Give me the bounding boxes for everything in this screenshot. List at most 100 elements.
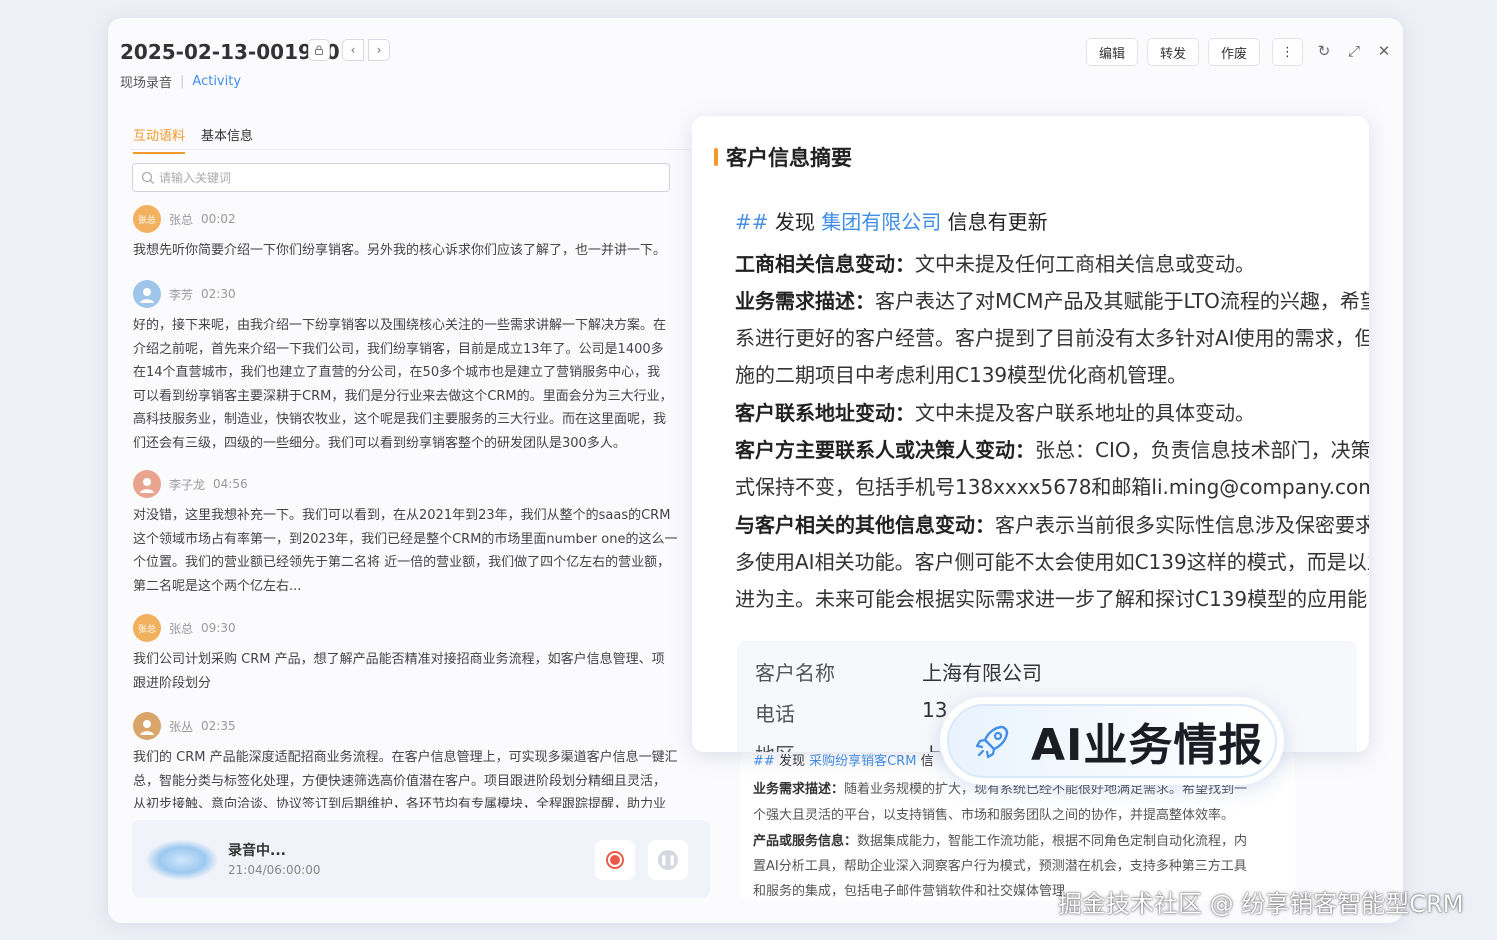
hash-marker: ## <box>735 210 769 234</box>
message-line: 好的，接下来呢，由我介绍一下纷享销客以及围绕核心关注的一些需求讲解一下解决方案。… <box>133 318 667 333</box>
summary-line: 客户联系地址变动：文中未提及客户联系地址的具体变动。 <box>735 395 1255 432</box>
line-text: 个强大且灵活的平台，以支持销售、市场和服务团队之间的协作，并提高整体效率。 <box>753 808 1235 823</box>
summary-line: 施的二期项目中考虑利用C139模型优化商机管理。 <box>735 357 1187 394</box>
avatar <box>133 712 161 740</box>
line-text: 置AI分析工具，帮助企业深入洞察客户行为模式，预测潜在机会，支持多种第三方工具 <box>753 859 1247 874</box>
secondary-line: 个强大且灵活的平台，以支持销售、市场和服务团队之间的协作，并提高整体效率。 <box>753 803 1234 828</box>
found-prefix: 发现 <box>774 210 815 234</box>
line-label: 客户联系地址变动： <box>735 401 915 425</box>
message-line: 个位置。我们的营业额已经领先于第二名将 近一倍的营业额，我们做了四个亿左右的营业… <box>133 555 671 570</box>
message-line: 第二名呢是这个两个亿左右... <box>133 578 302 594</box>
transcript-message: 张总 张总 00:02 我想先听你简要介绍一下你们纷享销客。另外我的核心诉求你们应该… <box>133 205 693 263</box>
voice-wave-icon <box>146 840 218 880</box>
recording-status: 录音中... <box>228 843 286 859</box>
search-input[interactable]: 请输入关键词 <box>132 163 670 192</box>
message-line: 从初步接触、意向洽谈、协议签订到后期维护，各环节均有专属模块，全程跟踪提醒，助力… <box>133 797 667 808</box>
info-value: 上 <box>922 739 942 752</box>
line-text: 文中未提及客户联系地址的具体变动。 <box>915 401 1255 425</box>
found-prefix: 发现 <box>778 754 805 769</box>
close-icon[interactable]: ✕ <box>1374 42 1394 60</box>
summary-line: 与客户相关的其他信息变动：客户表示当前很多实际性信息涉及保密要求 <box>735 507 1369 544</box>
speaker-name: 李子龙 <box>169 477 206 492</box>
line-label: 工商相关信息变动： <box>735 252 915 276</box>
pause-icon: ❚❚ <box>658 850 678 870</box>
transcript-message: 张丛 02:35 我们的 CRM 产品能深度适配招商业务流程。在客户信息管理上，可… <box>133 712 693 808</box>
transcript-message: 张总 张总 09:30 我们公司计划采购 CRM 产品，想了解产品能否精准对接招商业… <box>133 614 693 695</box>
company-link[interactable]: 采购纷享销客CRM <box>809 754 916 769</box>
message-line: 总，智能分类与标签化处理，方便快速筛选高价值潜在客户。项目跟进阶段划分精细且灵活… <box>133 773 667 789</box>
avatar: 张总 <box>133 205 161 233</box>
watermark: 掘金技术社区 @ 纷享销客智能型CRM <box>1058 890 1464 918</box>
company-link[interactable]: 集团有限公司 <box>821 210 941 234</box>
breadcrumb-category[interactable]: Activity <box>192 74 241 89</box>
secondary-found-line: ## 发现 采购纷享销客CRM 信 <box>753 750 934 769</box>
avatar: 张总 <box>133 614 161 642</box>
line-text: 施的二期项目中考虑利用C139模型优化商机管理。 <box>735 363 1188 387</box>
summary-line: 系进行更好的客户经营。客户提到了目前没有太多针对AI使用的需求，但 <box>735 320 1369 357</box>
line-label: 与客户相关的其他信息变动： <box>735 513 995 537</box>
transcript-message: 李芳 02:30 好的，接下来呢，由我介绍一下纷享销客以及围绕核心关注的一些需求讲… <box>133 280 693 455</box>
recording-bar: 录音中... 21:04/06:00:00 ❚❚ <box>132 820 710 898</box>
line-text: 客户表达了对MCM产品及其赋能于LTO流程的兴趣，希望 <box>875 289 1369 313</box>
line-text: 多使用AI相关功能。客户侧可能不太会使用如C139这样的模式，而是以主 <box>735 550 1369 574</box>
chevron-left-icon[interactable]: ‹ <box>342 39 364 61</box>
line-text: 客户表示当前很多实际性信息涉及保密要求 <box>995 513 1369 537</box>
found-suffix: 信 <box>920 754 934 769</box>
timestamp: 02:30 <box>201 287 236 301</box>
search-placeholder: 请输入关键词 <box>159 171 232 185</box>
refresh-icon[interactable]: ↻ <box>1314 42 1334 60</box>
search-icon <box>141 171 154 184</box>
line-text: 和服务的集成，包括电子邮件营销软件和社交媒体管理... <box>753 884 1078 899</box>
speaker-name: 张丛 <box>169 719 194 734</box>
info-label: 客户名称 <box>755 661 835 685</box>
summary-title-text: 客户信息摘要 <box>726 146 852 170</box>
record-title: 2025-02-13-001960 <box>120 40 340 64</box>
info-label: 电话 <box>755 702 795 726</box>
summary-line: 业务需求描述：客户表达了对MCM产品及其赋能于LTO流程的兴趣，希望 <box>735 283 1369 320</box>
breadcrumb-type: 现场录音 <box>120 76 173 91</box>
chevron-right-icon[interactable]: › <box>368 39 390 61</box>
title-accent-bar <box>714 148 718 166</box>
tab-divider <box>130 149 690 150</box>
forward-button[interactable]: 转发 <box>1147 38 1200 66</box>
pause-button[interactable]: ❚❚ <box>648 840 688 880</box>
found-line: ## 发现 集团有限公司 信息有更新 <box>735 206 1048 235</box>
info-label: 地区 <box>755 739 795 752</box>
info-value: 13 <box>922 698 948 722</box>
more-vertical-icon[interactable]: ⋮ <box>1272 38 1303 66</box>
record-button[interactable] <box>595 840 635 880</box>
record-icon <box>606 851 624 869</box>
secondary-line: 和服务的集成，包括电子邮件营销软件和社交媒体管理... <box>753 879 1077 900</box>
customer-summary-card: 客户信息摘要 ## 发现 集团有限公司 信息有更新 工商相关信息变动： 文中未提及… <box>692 116 1369 752</box>
info-value: 上海有限公司 <box>922 661 1042 685</box>
found-suffix: 信息有更新 <box>947 210 1048 234</box>
line-text: 张总：CIO，负责信息技术部门，决策 <box>1035 438 1369 462</box>
timestamp: 04:56 <box>213 477 248 491</box>
speaker-name: 李芳 <box>169 287 194 302</box>
line-text: 进为主。未来可能会根据实际需求进一步了解和探讨C139模型的应用能 <box>735 587 1368 611</box>
recording-time: 21:04/06:00:00 <box>228 863 321 877</box>
line-label: 产品或服务信息： <box>753 834 858 849</box>
message-line: 我想先听你简要介绍一下你们纷享销客。另外我的核心诉求你们应该了解了，也一并讲一下… <box>133 243 667 258</box>
timestamp: 00:02 <box>201 212 236 226</box>
edit-button[interactable]: 编辑 <box>1086 38 1139 66</box>
lock-icon[interactable] <box>308 39 330 61</box>
badge-label: AI业务情报 <box>1031 720 1264 771</box>
avatar <box>133 470 161 498</box>
message-line: 们还会有三级，四级的一些细分。我们可以看到纷享销客整个的研发团队是300多人。 <box>133 435 626 451</box>
breadcrumb: 现场录音 | Activity <box>120 72 241 91</box>
summary-line: 进为主。未来可能会根据实际需求进一步了解和探讨C139模型的应用能 <box>735 581 1367 618</box>
void-button[interactable]: 作废 <box>1208 38 1261 66</box>
hash-marker: ## <box>753 754 775 769</box>
line-text: 数据集成能力，智能工作流功能，根据不同角色定制自动化流程，内 <box>857 834 1248 849</box>
line-label: 业务需求描述： <box>735 289 875 313</box>
avatar <box>133 280 161 308</box>
transcript-message: 李子龙 04:56 对没错，这里我想补充一下。我们可以看到，在从2021年到23年… <box>133 470 693 598</box>
message-line: 对没错，这里我想补充一下。我们可以看到，在从2021年到23年，我们从整个的sa… <box>133 508 671 523</box>
timestamp: 02:35 <box>201 719 236 733</box>
ai-business-intel-badge[interactable]: AI业务情报 <box>940 697 1284 785</box>
expand-icon[interactable]: ⤢ <box>1344 42 1364 60</box>
timestamp: 09:30 <box>201 621 236 635</box>
message-line: 跟进阶段划分 <box>133 675 212 691</box>
rocket-icon <box>975 725 1009 759</box>
